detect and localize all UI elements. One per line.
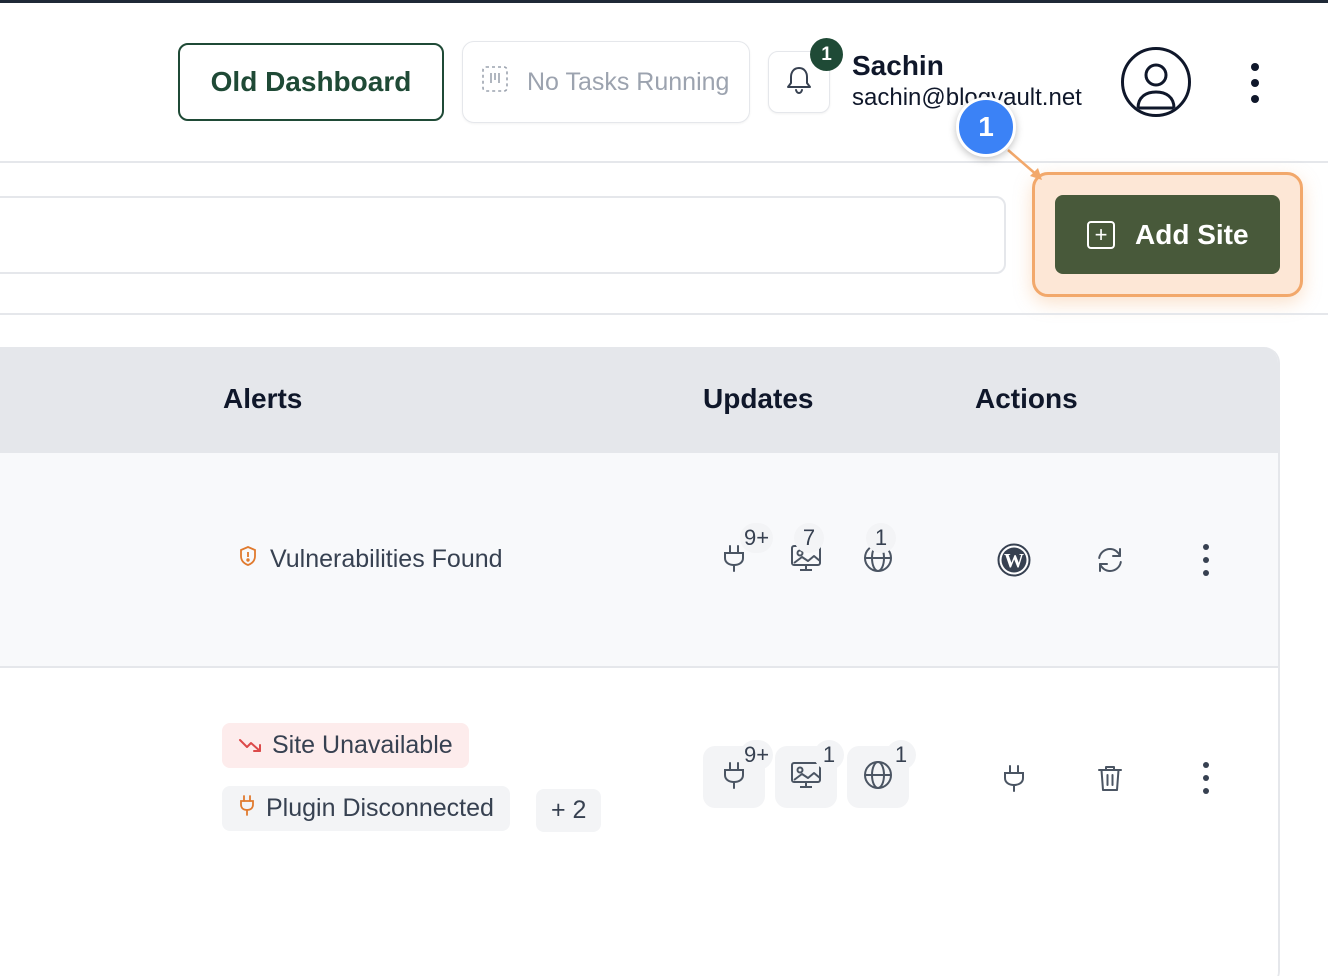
theme-image-icon (790, 761, 822, 794)
wordpress-icon[interactable]: W (992, 538, 1036, 582)
plugin-updates-count: 9+ (740, 523, 774, 553)
plug-icon[interactable] (992, 756, 1036, 800)
shield-alert-icon (238, 545, 258, 574)
trash-icon[interactable] (1088, 756, 1132, 800)
column-header-updates: Updates (703, 383, 814, 414)
tasks-icon (481, 65, 509, 100)
alert-vulnerabilities[interactable]: Vulnerabilities Found (238, 545, 503, 574)
sites-table: Alerts Updates Actions Vulnerabilities F… (0, 347, 1280, 976)
bell-icon (785, 65, 813, 100)
header-menu-icon[interactable] (1240, 60, 1270, 106)
plugin-updates-count: 9+ (740, 740, 774, 770)
table-header: Alerts Updates Actions (0, 347, 1278, 453)
tasks-label: No Tasks Running (527, 67, 730, 96)
row-more-icon[interactable] (1196, 762, 1216, 794)
alert-label: Site Unavailable (272, 731, 453, 759)
theme-updates-count: 1 (814, 740, 844, 770)
plus-square-icon: + (1087, 220, 1115, 249)
trending-down-icon (238, 731, 262, 760)
header-divider (0, 161, 1328, 163)
column-header-alerts: Alerts (223, 383, 303, 414)
theme-updates-count: 7 (794, 523, 824, 553)
tutorial-step-badge: 1 (956, 97, 1016, 157)
toolbar-divider (0, 313, 1328, 315)
alert-site-unavailable[interactable]: Site Unavailable (222, 723, 469, 768)
table-row[interactable]: Vulnerabilities Found 9+ 7 1 W (0, 453, 1278, 668)
alert-label: Vulnerabilities Found (270, 545, 503, 573)
old-dashboard-button[interactable]: Old Dashboard (178, 43, 444, 121)
tasks-status[interactable]: No Tasks Running (462, 41, 750, 123)
notification-count-badge: 1 (810, 38, 843, 71)
alert-label: Plugin Disconnected (266, 794, 494, 822)
plug-icon (238, 794, 256, 823)
column-header-actions: Actions (975, 383, 1078, 414)
refresh-icon[interactable] (1088, 538, 1132, 582)
user-name: Sachin (852, 50, 944, 81)
core-updates-count: 1 (866, 523, 896, 553)
table-row[interactable]: Site Unavailable Plugin Disconnected + 2 (0, 670, 1278, 976)
top-border (0, 0, 1328, 3)
add-site-button[interactable]: + Add Site (1055, 195, 1280, 274)
add-site-label: Add Site (1135, 218, 1249, 250)
alert-plugin-disconnected[interactable]: Plugin Disconnected (222, 786, 510, 831)
more-alerts-badge[interactable]: + 2 (536, 789, 602, 832)
avatar[interactable] (1121, 47, 1191, 117)
svg-text:W: W (1004, 550, 1024, 572)
core-updates-count: 1 (886, 740, 916, 770)
search-input[interactable] (0, 196, 1006, 274)
tutorial-arrow-icon (1007, 149, 1042, 180)
row-more-icon[interactable] (1196, 544, 1216, 576)
